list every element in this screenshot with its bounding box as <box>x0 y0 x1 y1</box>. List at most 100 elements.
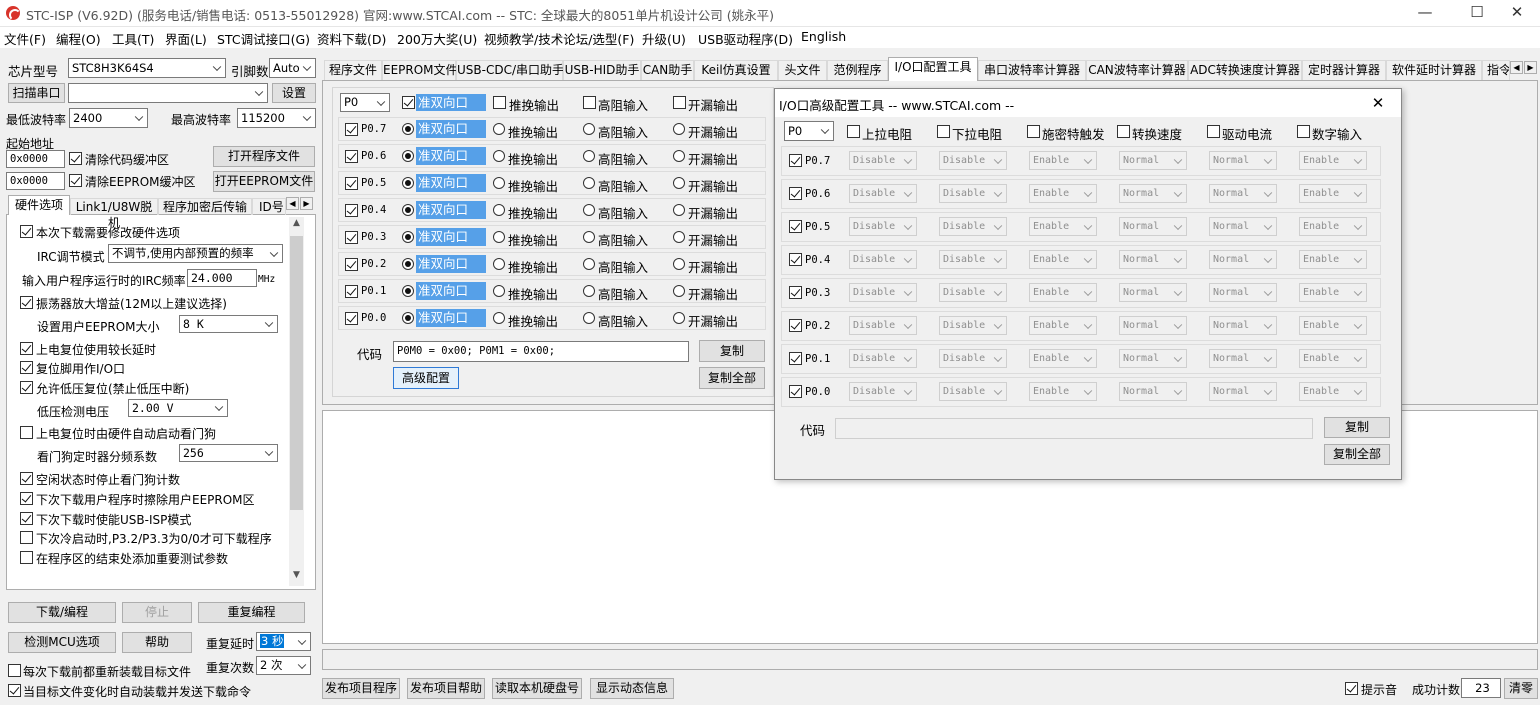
scroll-down-icon[interactable]: ▼ <box>290 570 303 584</box>
mode-radio[interactable] <box>493 123 505 135</box>
dialog-option-select[interactable]: Enable <box>1299 316 1367 335</box>
dialog-option-select[interactable]: Disable <box>849 151 917 170</box>
all-highz-checkbox[interactable] <box>583 96 596 109</box>
mode-radio[interactable] <box>402 177 414 189</box>
dialog-pin-checkbox[interactable] <box>789 319 802 332</box>
mode-radio[interactable] <box>493 258 505 270</box>
close-button[interactable]: ✕ <box>1494 0 1540 27</box>
dialog-option-select[interactable]: Enable <box>1029 316 1097 335</box>
dialog-option-select[interactable]: Enable <box>1029 283 1097 302</box>
menu-program[interactable]: 编程(O) <box>56 29 101 48</box>
dialog-copy-button[interactable]: 复制 <box>1324 417 1390 438</box>
dialog-option-select[interactable]: Disable <box>849 316 917 335</box>
tab-delay-calc[interactable]: 软件延时计算器 <box>1386 60 1482 80</box>
dialog-option-select[interactable]: Enable <box>1029 217 1097 236</box>
pin-checkbox[interactable] <box>345 204 358 217</box>
beep-checkbox[interactable] <box>1345 682 1358 695</box>
mode-radio[interactable] <box>673 231 685 243</box>
irc-freq-input[interactable]: 24.000 <box>187 269 257 287</box>
mode-radio[interactable] <box>673 204 685 216</box>
tab-can-baud-calc[interactable]: CAN波特率计算器 <box>1086 60 1188 80</box>
low-voltage-select[interactable]: 2.00 V <box>128 399 228 417</box>
tab-adc-calc[interactable]: ADC转换速度计算器 <box>1188 60 1302 80</box>
mode-radio[interactable] <box>402 150 414 162</box>
pin-checkbox[interactable] <box>345 312 358 325</box>
dialog-option-select[interactable]: Normal <box>1209 250 1277 269</box>
dialog-option-select[interactable]: Disable <box>939 250 1007 269</box>
menu-english[interactable]: English <box>801 29 846 44</box>
dialog-option-select[interactable]: Disable <box>939 184 1007 203</box>
dialog-option-select[interactable]: Enable <box>1029 151 1097 170</box>
dialog-option-select[interactable]: Disable <box>849 217 917 236</box>
dialog-option-select[interactable]: Enable <box>1299 151 1367 170</box>
download-program-button[interactable]: 下载/编程 <box>8 602 116 623</box>
io-code-output[interactable]: P0M0 = 0x00; P0M1 = 0x00; <box>393 341 689 362</box>
menu-file[interactable]: 文件(F) <box>4 29 46 48</box>
dialog-option-select[interactable]: Enable <box>1299 349 1367 368</box>
tab-instructions[interactable]: 指令 <box>1482 60 1510 80</box>
mode-radio[interactable] <box>583 285 595 297</box>
clear-count-button[interactable]: 清零 <box>1504 678 1538 699</box>
auto-reload-checkbox[interactable] <box>8 684 21 697</box>
read-disk-id-button[interactable]: 读取本机硬盘号 <box>492 678 582 699</box>
mode-radio[interactable] <box>402 285 414 297</box>
wdt-divider-select[interactable]: 256 <box>179 444 278 462</box>
eeprom-address-input[interactable]: 0x0000 <box>6 172 65 190</box>
tab-io-config[interactable]: I/O口配置工具 <box>888 57 978 81</box>
tab-program-file[interactable]: 程序文件 <box>324 60 382 80</box>
options-scrollbar-thumb[interactable] <box>290 236 303 510</box>
dialog-option-select[interactable]: Normal <box>1119 250 1187 269</box>
mode-radio[interactable] <box>402 312 414 324</box>
dialog-option-select[interactable]: Disable <box>939 217 1007 236</box>
reload-each-checkbox[interactable] <box>8 664 21 677</box>
tab-scroll-right-icon[interactable]: ▶ <box>300 197 313 210</box>
dialog-option-select[interactable]: Normal <box>1209 184 1277 203</box>
check-mcu-button[interactable]: 检测MCU选项 <box>8 632 116 653</box>
tab-link1-offline[interactable]: Link1/U8W脱机 <box>70 198 158 230</box>
dialog-option-select[interactable]: Disable <box>939 349 1007 368</box>
mode-radio[interactable] <box>493 231 505 243</box>
add-params-checkbox[interactable] <box>20 551 33 564</box>
dialog-option-select[interactable]: Disable <box>939 316 1007 335</box>
dialog-option-select[interactable]: Normal <box>1119 184 1187 203</box>
dialog-option-select[interactable]: Disable <box>849 250 917 269</box>
hw-watchdog-checkbox[interactable] <box>20 426 33 439</box>
dialog-option-select[interactable]: Normal <box>1209 382 1277 401</box>
publish-program-button[interactable]: 发布项目程序 <box>322 678 400 699</box>
menu-download[interactable]: 资料下载(D) <box>317 29 386 48</box>
dialog-header-checkbox[interactable] <box>1207 125 1220 138</box>
mode-radio[interactable] <box>402 231 414 243</box>
clear-eeprom-checkbox[interactable] <box>69 174 82 187</box>
mode-radio[interactable] <box>493 285 505 297</box>
mode-radio[interactable] <box>493 177 505 189</box>
irc-mode-select[interactable]: 不调节,使用内部预置的频率 <box>108 244 283 263</box>
tab-encrypted-transfer[interactable]: 程序加密后传输 <box>158 198 252 215</box>
dialog-option-select[interactable]: Normal <box>1119 283 1187 302</box>
pin-checkbox[interactable] <box>345 177 358 190</box>
dialog-header-checkbox[interactable] <box>847 125 860 138</box>
io-copy-button[interactable]: 复制 <box>699 340 765 362</box>
clear-code-checkbox[interactable] <box>69 152 82 165</box>
port-select[interactable] <box>68 83 268 103</box>
dialog-option-select[interactable]: Disable <box>939 283 1007 302</box>
pin-checkbox[interactable] <box>345 285 358 298</box>
dialog-option-select[interactable]: Enable <box>1029 184 1097 203</box>
pin-count-select[interactable]: Auto <box>269 58 316 78</box>
mode-radio[interactable] <box>583 204 595 216</box>
pin-checkbox[interactable] <box>345 258 358 271</box>
mode-radio[interactable] <box>673 123 685 135</box>
dialog-option-select[interactable]: Normal <box>1119 349 1187 368</box>
mode-radio[interactable] <box>583 312 595 324</box>
menu-prize[interactable]: 200万大奖(U) <box>397 29 477 48</box>
mode-radio[interactable] <box>673 312 685 324</box>
dialog-option-select[interactable]: Disable <box>849 283 917 302</box>
tab-uart-baud-calc[interactable]: 串口波特率计算器 <box>978 60 1086 80</box>
dialog-option-select[interactable]: Normal <box>1209 283 1277 302</box>
reconfig-hardware-checkbox[interactable] <box>20 225 33 238</box>
dialog-option-select[interactable]: Enable <box>1299 184 1367 203</box>
help-button[interactable]: 帮助 <box>122 632 192 653</box>
dialog-pin-checkbox[interactable] <box>789 154 802 167</box>
menu-video[interactable]: 视频教学/技术论坛/选型(F) <box>484 29 634 48</box>
repeat-program-button[interactable]: 重复编程 <box>198 602 305 623</box>
dialog-option-select[interactable]: Enable <box>1299 250 1367 269</box>
